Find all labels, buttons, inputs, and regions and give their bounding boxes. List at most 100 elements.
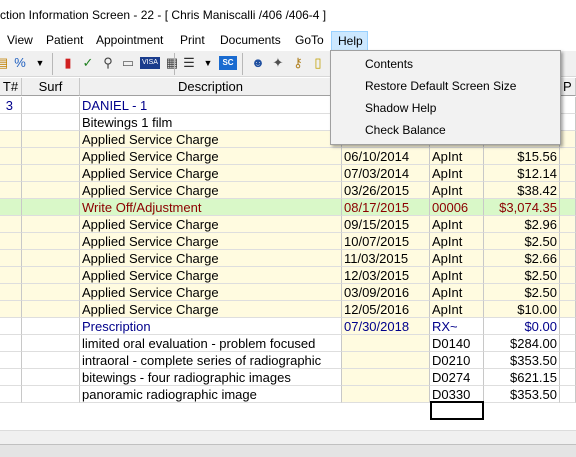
cell-amount[interactable]: $15.56 xyxy=(484,148,560,165)
col-header-surf[interactable]: Surf xyxy=(22,78,80,96)
cell-surf[interactable] xyxy=(22,369,80,386)
table-row[interactable]: Applied Service Charge 03/09/2016 ApInt $2.… xyxy=(0,284,576,301)
cell-date[interactable]: 07/03/2014 xyxy=(342,165,430,182)
calculator-icon[interactable]: ▦ xyxy=(164,54,180,72)
cell-date[interactable]: 08/17/2015 xyxy=(342,199,430,216)
cell-tooth[interactable] xyxy=(0,165,22,182)
cell-tooth[interactable] xyxy=(0,216,22,233)
cell-date[interactable]: 03/26/2015 xyxy=(342,182,430,199)
cell-amount[interactable]: $353.50 xyxy=(484,386,560,403)
table-row[interactable]: Applied Service Charge 10/07/2015 ApInt $2.… xyxy=(0,233,576,250)
cell-code[interactable]: ApInt xyxy=(430,182,484,199)
cell-surf[interactable] xyxy=(22,301,80,318)
table-row[interactable]: limited oral evaluation - problem focuse… xyxy=(0,335,576,352)
cell-surf[interactable] xyxy=(22,335,80,352)
cell-description[interactable]: Prescription xyxy=(80,318,342,335)
col-header-description[interactable]: Description xyxy=(80,78,342,96)
cell-code[interactable]: ApInt xyxy=(430,165,484,182)
cell-amount[interactable]: $284.00 xyxy=(484,335,560,352)
cell-amount[interactable]: $12.14 xyxy=(484,165,560,182)
cell-tooth[interactable] xyxy=(0,114,22,131)
cell-code[interactable]: ApInt xyxy=(430,148,484,165)
cell-surf[interactable] xyxy=(22,233,80,250)
cell-code[interactable]: ApInt xyxy=(430,233,484,250)
cell-code[interactable]: D0140 xyxy=(430,335,484,352)
cell-tooth[interactable] xyxy=(0,369,22,386)
cell-surf[interactable] xyxy=(22,250,80,267)
cell-amount[interactable]: $2.50 xyxy=(484,233,560,250)
sc-icon[interactable]: SC xyxy=(219,56,237,70)
cell-surf[interactable] xyxy=(22,131,80,148)
cell-description[interactable]: Bitewings 1 film xyxy=(80,114,342,131)
cell-description[interactable]: bitewings - four radiographic images xyxy=(80,369,342,386)
cell-description[interactable]: Applied Service Charge xyxy=(80,267,342,284)
cell-amount[interactable]: $2.50 xyxy=(484,267,560,284)
table-row[interactable]: Applied Service Charge 09/15/2015 ApInt $2.… xyxy=(0,216,576,233)
cell-date[interactable]: 03/09/2016 xyxy=(342,284,430,301)
cell-description[interactable]: Write Off/Adjustment xyxy=(80,199,342,216)
cell-tooth[interactable] xyxy=(0,335,22,352)
cell-p[interactable] xyxy=(560,182,576,199)
cell-description[interactable]: panoramic radiographic image xyxy=(80,386,342,403)
dropdown-arrow-icon[interactable]: ▼ xyxy=(32,54,48,72)
menu-item-contents[interactable]: Contents xyxy=(365,53,413,75)
red-flag-icon[interactable]: ▮ xyxy=(60,54,76,72)
col-header-p[interactable]: P xyxy=(560,78,576,96)
table-row[interactable]: Prescription 07/30/2018 RX~ $0.00 xyxy=(0,318,576,335)
table-row[interactable]: Applied Service Charge 07/03/2014 ApInt $12… xyxy=(0,165,576,182)
cell-date[interactable] xyxy=(342,386,430,403)
checkmark-pencil-icon[interactable]: ✓ xyxy=(80,54,96,72)
cell-description[interactable]: Applied Service Charge xyxy=(80,250,342,267)
cell-surf[interactable] xyxy=(22,386,80,403)
cell-p[interactable] xyxy=(560,386,576,403)
cell-description[interactable]: Applied Service Charge xyxy=(80,182,342,199)
cell-p[interactable] xyxy=(560,199,576,216)
key-icon[interactable]: ⚷ xyxy=(290,54,306,72)
cell-p[interactable] xyxy=(560,284,576,301)
table-row[interactable]: Applied Service Charge 06/10/2014 ApInt $15… xyxy=(0,148,576,165)
cell-amount[interactable]: $38.42 xyxy=(484,182,560,199)
cell-tooth[interactable] xyxy=(0,182,22,199)
cell-date[interactable]: 10/07/2015 xyxy=(342,233,430,250)
note-icon[interactable]: ▯ xyxy=(310,54,326,72)
cell-tooth[interactable] xyxy=(0,352,22,369)
cell-date[interactable]: 07/30/2018 xyxy=(342,318,430,335)
cell-p[interactable] xyxy=(560,335,576,352)
cell-description[interactable]: Applied Service Charge xyxy=(80,301,342,318)
cell-p[interactable] xyxy=(560,131,576,148)
cell-p[interactable] xyxy=(560,165,576,182)
cell-code[interactable]: ApInt xyxy=(430,250,484,267)
cell-surf[interactable] xyxy=(22,267,80,284)
notes-icon[interactable]: ☰ xyxy=(181,54,197,72)
cell-tooth[interactable]: 3 xyxy=(0,97,22,114)
cell-tooth[interactable] xyxy=(0,386,22,403)
cell-description[interactable]: Applied Service Charge xyxy=(80,233,342,250)
cell-description[interactable]: Applied Service Charge xyxy=(80,284,342,301)
cell-description[interactable]: Applied Service Charge xyxy=(80,216,342,233)
cell-date[interactable]: 06/10/2014 xyxy=(342,148,430,165)
table-row[interactable]: Write Off/Adjustment 08/17/2015 00006 $3,07… xyxy=(0,199,576,216)
cell-code[interactable]: ApInt xyxy=(430,216,484,233)
cell-amount[interactable]: $2.50 xyxy=(484,284,560,301)
cell-code[interactable]: D0210 xyxy=(430,352,484,369)
cell-description[interactable]: Applied Service Charge xyxy=(80,148,342,165)
cell-description[interactable]: limited oral evaluation - problem focuse… xyxy=(80,335,342,352)
menu-item-restore-default-screen-size[interactable]: Restore Default Screen Size xyxy=(365,75,516,97)
cell-tooth[interactable] xyxy=(0,148,22,165)
menu-appointment[interactable]: Appointment xyxy=(96,31,163,51)
cell-description[interactable]: Applied Service Charge xyxy=(80,131,342,148)
table-row[interactable]: Applied Service Charge 12/05/2016 ApInt $10… xyxy=(0,301,576,318)
cell-p[interactable] xyxy=(560,114,576,131)
cell-date[interactable] xyxy=(342,335,430,352)
cell-code[interactable]: ApInt xyxy=(430,301,484,318)
cell-surf[interactable] xyxy=(22,114,80,131)
col-header-tooth[interactable]: T# xyxy=(0,78,22,96)
cell-p[interactable] xyxy=(560,233,576,250)
table-row[interactable]: Applied Service Charge 11/03/2015 ApInt $2.… xyxy=(0,250,576,267)
menu-help[interactable]: Help xyxy=(331,31,368,51)
cell-p[interactable] xyxy=(560,267,576,284)
menu-item-check-balance[interactable]: Check Balance xyxy=(365,119,446,141)
menu-goto[interactable]: GoTo xyxy=(295,31,324,51)
cell-amount[interactable]: $2.96 xyxy=(484,216,560,233)
visa-card-icon[interactable]: VISA xyxy=(140,57,160,69)
